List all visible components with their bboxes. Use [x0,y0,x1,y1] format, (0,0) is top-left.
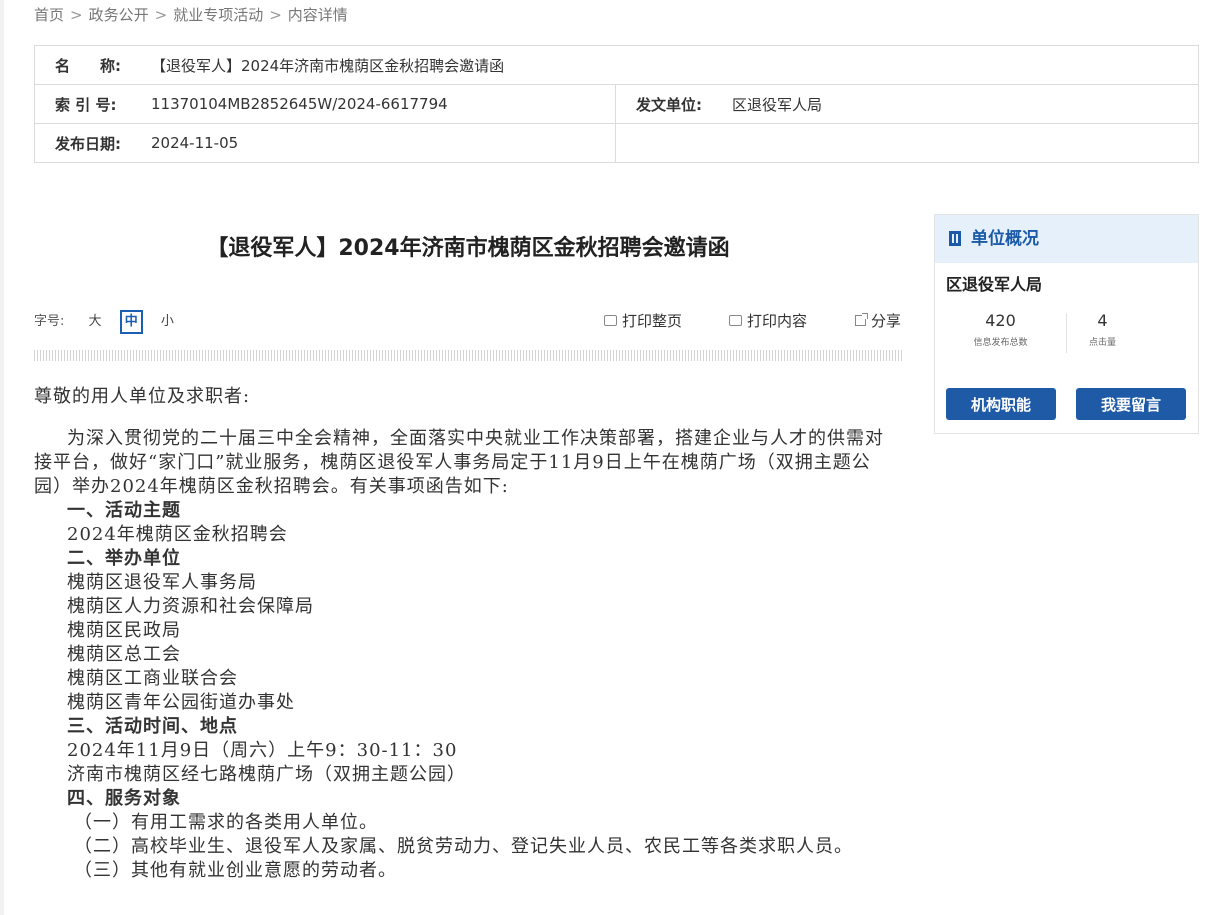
font-size-label: 字号: [34,314,65,329]
date-value: 2024-11-05 [151,123,616,163]
organizer-item: 槐荫区人力资源和社会保障局 [67,596,314,617]
event-place: 济南市槐荫区经七路槐荫广场（双拥主题公园） [67,764,466,785]
empty-cell [615,123,1199,163]
unit-overview-header: 单位概况 [935,215,1198,263]
section-heading: 一、活动主题 [67,500,181,521]
font-size-small[interactable]: 小 [161,310,174,334]
index-value: 11370104MB2852645W/2024-6617794 [151,84,616,124]
section-heading: 三、活动时间、地点 [67,716,238,737]
print-content-button[interactable]: 打印内容 [729,310,807,332]
unit-overview-title: 单位概况 [971,229,1039,249]
organizer-item: 槐荫区退役军人事务局 [67,572,257,593]
section-heading: 二、举办单位 [67,548,181,569]
section-heading: 四、服务对象 [67,788,181,809]
building-icon [949,231,961,246]
breadcrumb-gov-affairs[interactable]: 政务公开 [89,6,149,24]
document-info-table: 名 称: 【退役军人】2024年济南市槐荫区金秋招聘会邀请函 索 引 号: 11… [34,45,1199,163]
organizer-item: 槐荫区青年公园街道办事处 [67,692,295,713]
leave-message-button[interactable]: 我要留言 [1076,388,1186,420]
intro-paragraph: 为深入贯彻党的二十届三中全会精神，全面落实中央就业工作决策部署，搭建企业与人才的… [34,428,884,497]
unit-stats: 420 信息发布总数 4 点击量 [935,311,1198,367]
date-label: 发布日期: [34,123,151,163]
font-size-control: 字号: 大 中 小 [34,310,174,334]
event-time: 2024年11月9日（周六）上午9：30-11：30 [67,740,458,761]
name-label: 名 称: [55,56,121,75]
share-button[interactable]: 分享 [855,310,901,332]
stat-clicks-value: 4 [1097,311,1108,330]
left-edge [0,0,4,915]
article-body: 尊敬的用人单位及求职者: 为深入贯彻党的二十届三中全会精神，全面落实中央就业工作… [34,385,894,883]
font-size-large[interactable]: 大 [89,310,102,334]
stat-clicks: 4 点击量 [1037,311,1168,348]
printer-icon [604,315,617,326]
organizer-item: 槐荫区总工会 [67,644,181,665]
printer-icon [729,315,742,326]
greeting: 尊敬的用人单位及求职者: [34,386,251,407]
theme-text: 2024年槐荫区金秋招聘会 [67,524,288,545]
index-label: 索 引 号: [34,84,151,124]
stat-clicks-label: 点击量 [1088,338,1116,348]
issuer-value: 区退役军人局 [732,84,1199,124]
breadcrumb-home[interactable]: 首页 [34,6,64,24]
target-item: （二）高校毕业生、退役军人及家属、脱贫劳动力、登记失业人员、农民工等各类求职人员… [74,836,853,857]
breadcrumb-current: 内容详情 [287,6,348,24]
unit-overview-panel: 单位概况 区退役军人局 420 信息发布总数 4 点击量 机构职能 我要留言 [934,214,1199,434]
unit-name: 区退役军人局 [946,275,1043,294]
breadcrumb-employment[interactable]: 就业专项活动 [173,6,263,24]
article-title: 【退役军人】2024年济南市槐荫区金秋招聘会邀请函 [206,236,730,261]
name-value: 【退役军人】2024年济南市槐荫区金秋招聘会邀请函 [151,56,505,75]
institution-functions-button[interactable]: 机构职能 [946,388,1056,420]
organizer-item: 槐荫区民政局 [67,620,181,641]
font-size-medium[interactable]: 中 [119,310,143,334]
organizer-item: 槐荫区工商业联合会 [67,668,238,689]
divider-hatch [34,350,902,361]
print-page-button[interactable]: 打印整页 [604,310,682,332]
issuer-label: 发文单位: [615,84,732,124]
target-item: （三）其他有就业创业意愿的劳动者。 [74,860,397,881]
breadcrumb: 首页 > 政务公开 > 就业专项活动 > 内容详情 [34,6,348,24]
share-icon [855,313,868,326]
target-item: （一）有用工需求的各类用人单位。 [74,812,378,833]
